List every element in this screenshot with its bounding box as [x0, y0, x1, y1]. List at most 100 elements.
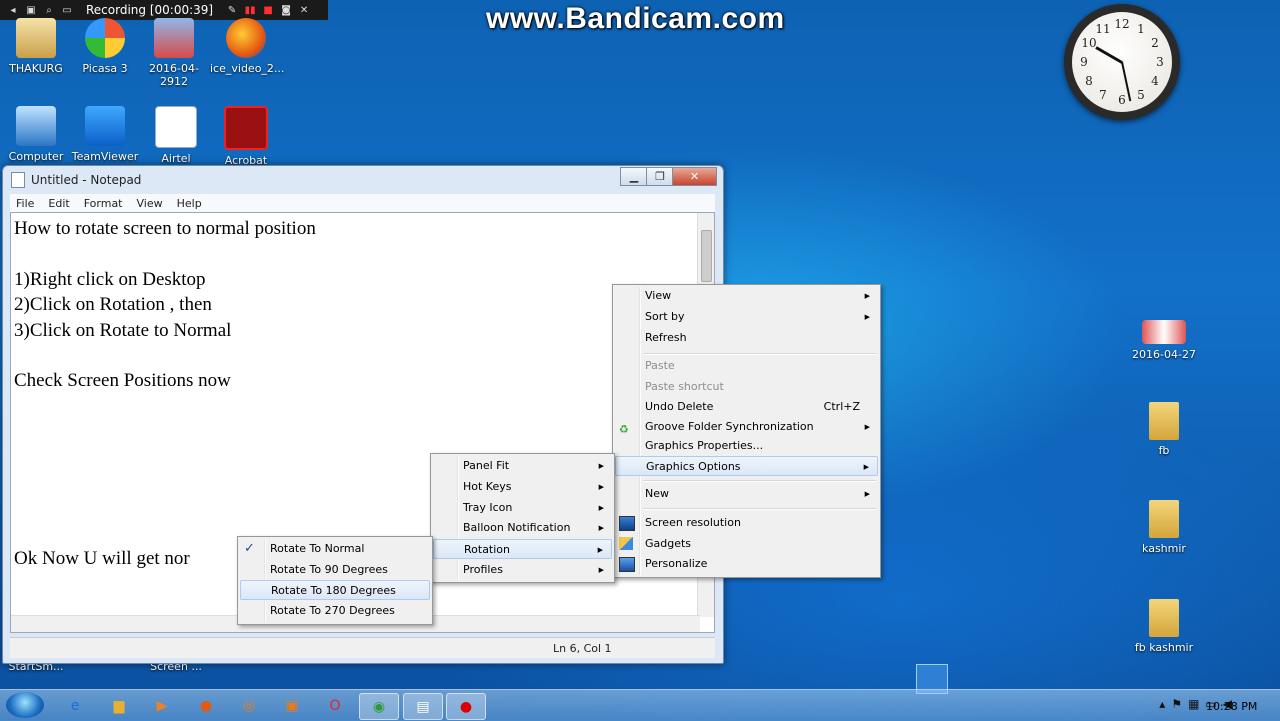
image-icon	[154, 18, 194, 58]
text-line: How to rotate screen to normal position	[14, 218, 316, 239]
menu-item-tray-icon[interactable]: Tray Icon ▶	[433, 498, 612, 518]
menu-separator	[643, 480, 876, 482]
menu-item-graphics-properties[interactable]: Graphics Properties...	[615, 436, 878, 456]
menu-item-label: Personalize	[645, 557, 708, 570]
scroll-thumb[interactable]	[701, 230, 712, 282]
text-line: Check Screen Positions now	[14, 370, 231, 392]
menu-item-graphics-options[interactable]: Graphics Options ▶	[615, 456, 878, 476]
clock-number: 1	[1137, 22, 1145, 36]
menu-item-groove[interactable]: ♻ Groove Folder Synchronization ▶	[615, 417, 878, 437]
submenu-arrow-icon: ▶	[598, 566, 604, 574]
desktop-icon-computer[interactable]: Computer	[0, 106, 72, 163]
desktop-icon-fb-kashmir[interactable]: fb kashmir	[1128, 599, 1200, 654]
menu-file[interactable]: File	[16, 197, 34, 210]
menu-item-label: Rotation	[464, 543, 511, 556]
chrome-icon[interactable]: ◉	[359, 693, 399, 720]
menu-item-rotate-90[interactable]: Rotate To 90 Degrees	[240, 560, 430, 580]
desktop-icon-fb[interactable]: fb	[1128, 402, 1200, 457]
close-icon[interactable]: ✕	[297, 3, 311, 17]
desktop-icon-2016-04-27[interactable]: 2016-04-27	[1128, 320, 1200, 361]
maximize-button[interactable]: ❐	[646, 167, 674, 186]
status-bar: Ln 6, Col 1	[10, 637, 715, 658]
menu-item-refresh[interactable]: Refresh	[615, 328, 878, 348]
text-line	[14, 343, 316, 368]
editor-text: How to rotate screen to normal position …	[14, 216, 316, 572]
menu-item-rotation[interactable]: Rotation ▶	[433, 539, 612, 559]
clock-number: 9	[1080, 55, 1088, 69]
taskbar-clock[interactable]: 10:28 PM	[1206, 700, 1257, 713]
clock-gadget[interactable]: 12 1 2 3 4 5 6 7 8 9 10 11	[1064, 4, 1180, 120]
user-icon	[16, 18, 56, 58]
desktop-icon-label: THAKURG	[9, 62, 63, 75]
menu-item-undo-delete[interactable]: Undo Delete Ctrl+Z	[615, 397, 878, 417]
menu-item-label: Paste shortcut	[645, 380, 724, 393]
text-line	[14, 445, 316, 470]
submenu-arrow-icon: ▶	[598, 524, 604, 532]
recording-status: Recording [00:00:39]	[86, 3, 214, 17]
menu-item-balloon-notification[interactable]: Balloon Notification ▶	[433, 518, 612, 538]
firefox-icon[interactable]: ●	[187, 693, 225, 718]
submenu-arrow-icon: ▶	[598, 462, 604, 470]
menu-item-panel-fit[interactable]: Panel Fit ▶	[433, 456, 612, 476]
menu-item-personalize[interactable]: Personalize	[615, 554, 878, 574]
menu-view[interactable]: View	[137, 197, 163, 210]
menu-item-hot-keys[interactable]: Hot Keys ▶	[433, 477, 612, 497]
desktop-icon-photo[interactable]: 2016-04-2912	[138, 18, 210, 88]
show-hidden-icon[interactable]: ▴	[1159, 697, 1165, 711]
menu-item-label: Profiles	[463, 563, 503, 576]
minimize-button[interactable]: ▁	[620, 167, 648, 186]
menu-item-rotate-270[interactable]: Rotate To 270 Degrees	[240, 601, 430, 621]
menu-format[interactable]: Format	[84, 197, 123, 210]
computer-icon	[16, 106, 56, 146]
menu-item-label: Rotate To 180 Degrees	[271, 584, 396, 597]
menu-item-view[interactable]: View ▶	[615, 286, 878, 306]
desktop-icon-thakurg[interactable]: THAKURG	[0, 18, 72, 75]
search-icon[interactable]: ⌕	[42, 3, 56, 17]
stop-icon[interactable]: ■	[261, 3, 275, 17]
menu-item-label: Screen resolution	[645, 516, 741, 529]
network-icon[interactable]: ▦	[1188, 697, 1199, 711]
back-icon[interactable]: ◂	[6, 3, 20, 17]
window-icon[interactable]: ▣	[24, 3, 38, 17]
menu-item-profiles[interactable]: Profiles ▶	[433, 560, 612, 580]
bandicam-icon[interactable]: ●	[446, 693, 486, 720]
start-button[interactable]	[6, 692, 44, 718]
menu-item-gadgets[interactable]: Gadgets	[615, 534, 878, 554]
menu-item-new[interactable]: New ▶	[615, 484, 878, 504]
menu-edit[interactable]: Edit	[48, 197, 69, 210]
menu-help[interactable]: Help	[177, 197, 202, 210]
desktop-icon-video[interactable]: ice_video_2...	[210, 18, 284, 75]
media-player-icon[interactable]: ▶	[143, 693, 181, 718]
monitor-icon	[619, 516, 635, 531]
folder-icon[interactable]: ▆	[100, 693, 138, 718]
clock-number: 8	[1085, 74, 1093, 88]
text-line: 3)Click on Rotate to Normal	[14, 319, 232, 341]
region-icon[interactable]: ▭	[60, 3, 74, 17]
folder-icon	[1149, 402, 1179, 440]
flag-icon[interactable]: ⚑	[1171, 697, 1182, 711]
desktop-icon-airtel[interactable]: Airtel	[140, 106, 212, 165]
desktop-icon-kashmir[interactable]: kashmir	[1128, 500, 1200, 555]
desktop-icon-picasa[interactable]: Picasa 3	[69, 18, 141, 75]
desktop-icon-teamviewer[interactable]: TeamViewer	[69, 106, 141, 163]
close-button[interactable]: ✕	[672, 167, 717, 186]
menu-item-label: Balloon Notification	[463, 521, 571, 534]
submenu-arrow-icon: ▶	[864, 292, 870, 300]
text-line	[14, 495, 316, 520]
menu-item-rotate-180[interactable]: Rotate To 180 Degrees	[240, 580, 430, 600]
menu-item-sort-by[interactable]: Sort by ▶	[615, 307, 878, 327]
desktop-icon-acrobat[interactable]: Acrobat	[210, 106, 282, 167]
menu-item-rotate-normal[interactable]: ✓ Rotate To Normal	[240, 539, 430, 559]
opera-icon[interactable]: O	[316, 693, 354, 718]
menu-item-paste: Paste	[615, 356, 878, 376]
gadgets-icon	[619, 537, 633, 550]
ie-icon[interactable]: e	[56, 693, 94, 718]
app-icon[interactable]: ▣	[273, 693, 311, 718]
pause-icon[interactable]: ▮▮	[243, 3, 257, 17]
app-icon[interactable]: ◎	[230, 693, 268, 718]
camera-icon[interactable]: ◙	[279, 3, 293, 17]
menu-item-screen-resolution[interactable]: Screen resolution	[615, 513, 878, 533]
notepad-icon[interactable]: ▤	[403, 693, 443, 720]
graphics-options-submenu: Panel Fit ▶ Hot Keys ▶ Tray Icon ▶ Balloon …	[430, 453, 615, 583]
pen-icon[interactable]: ✎	[225, 3, 239, 17]
